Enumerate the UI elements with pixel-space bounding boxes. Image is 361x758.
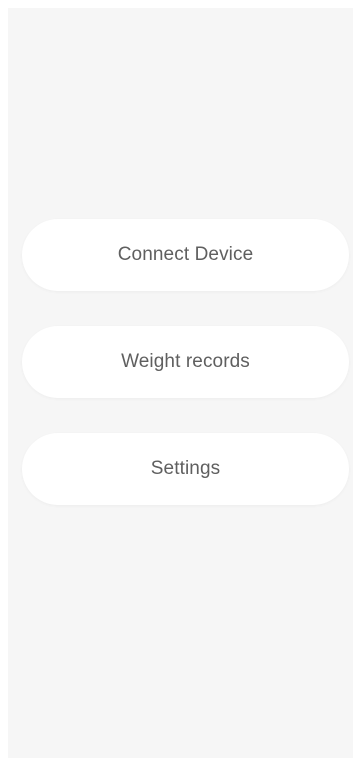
weight-records-label: Weight records xyxy=(121,351,250,372)
main-menu: Connect Device Weight records Settings xyxy=(22,219,349,540)
settings-button[interactable]: Settings xyxy=(22,433,349,505)
connect-device-button[interactable]: Connect Device xyxy=(22,219,349,291)
settings-label: Settings xyxy=(150,458,221,479)
app-screen: Connect Device Weight records Settings xyxy=(8,8,353,758)
weight-records-button[interactable]: Weight records xyxy=(22,326,349,398)
connect-device-label: Connect Device xyxy=(117,244,254,265)
